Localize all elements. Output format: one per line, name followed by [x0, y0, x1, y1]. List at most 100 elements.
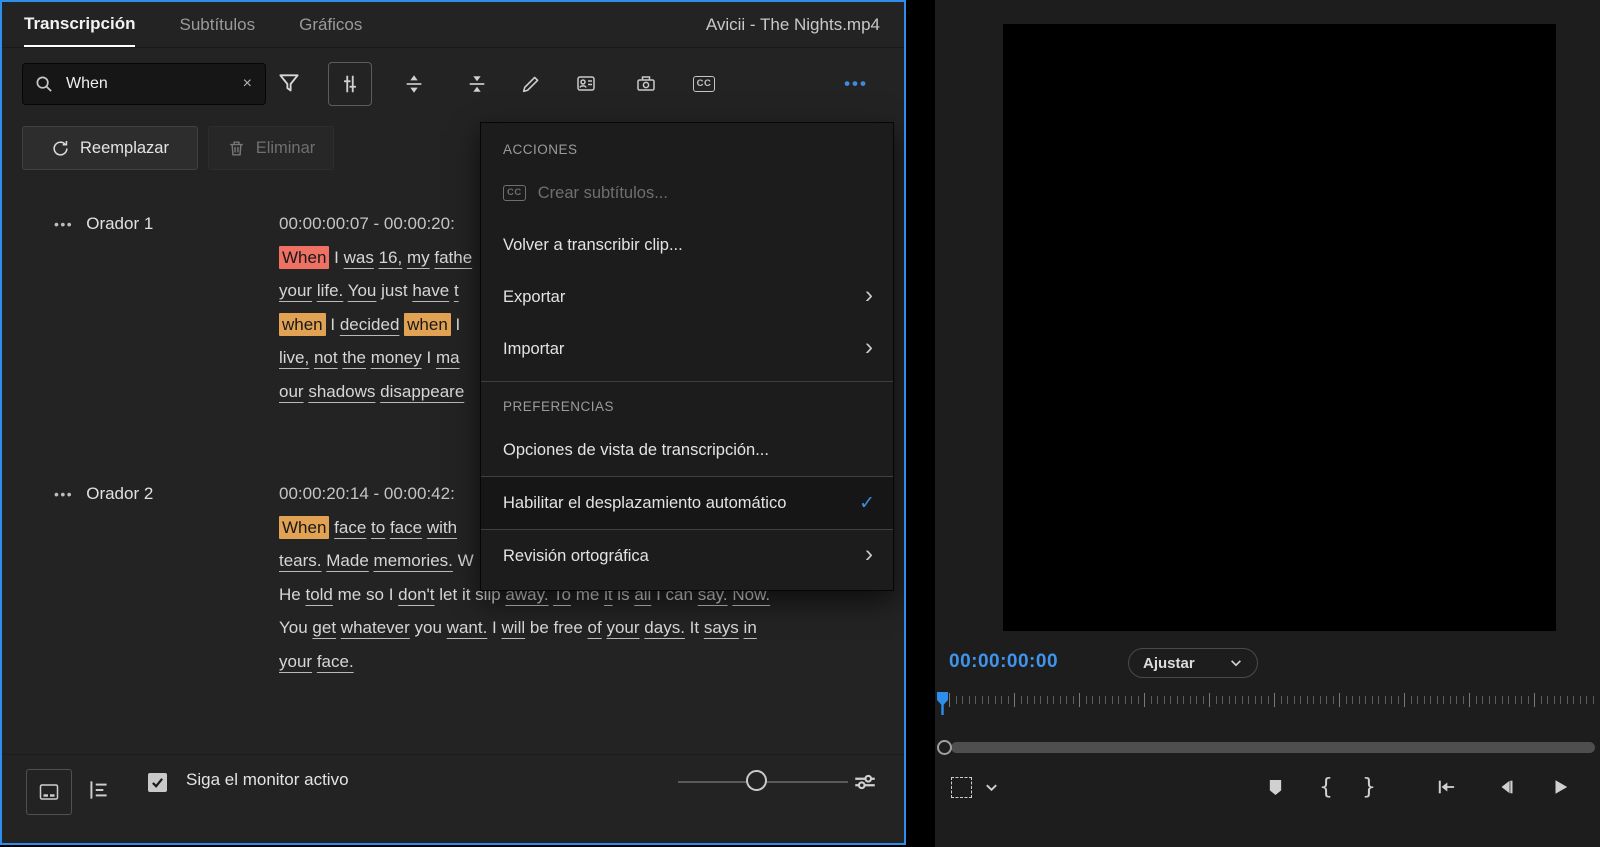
transcript-word[interactable]: It — [690, 618, 699, 637]
transcript-word[interactable]: just — [381, 281, 407, 300]
menu-item[interactable]: Habilitar el desplazamiento automático ✓ — [481, 476, 893, 530]
replace-button[interactable]: Reemplazar — [22, 126, 198, 170]
transcript-word[interactable]: live, — [279, 348, 309, 367]
transcript-word[interactable]: me — [338, 585, 362, 604]
transcript-word[interactable]: your — [279, 281, 312, 300]
menu-item[interactable]: Importar › — [481, 323, 893, 375]
transcript-word[interactable]: ma — [436, 348, 460, 367]
transcript-word[interactable]: in — [744, 618, 757, 637]
fit-dropdown[interactable]: Ajustar — [1128, 648, 1258, 678]
step-back-button[interactable] — [1487, 766, 1525, 808]
transcript-word[interactable]: your — [279, 652, 312, 671]
clear-search-icon[interactable]: × — [243, 75, 252, 93]
transcript-word[interactable]: I — [492, 618, 497, 637]
transcript-word[interactable]: tears. — [279, 551, 322, 570]
transcript-word[interactable]: so — [366, 585, 384, 604]
speaker-name[interactable]: Orador 2 — [86, 484, 153, 504]
transcript-word[interactable]: our — [279, 382, 304, 401]
transcript-word[interactable]: You — [279, 618, 308, 637]
transcript-word[interactable]: free — [554, 618, 583, 637]
merge-segments-button[interactable] — [455, 62, 499, 106]
transcript-word[interactable]: days. — [644, 618, 685, 637]
transcript-word[interactable]: fathe — [434, 248, 472, 267]
transcript-word[interactable]: money — [371, 348, 422, 367]
speaker-name[interactable]: Orador 1 — [86, 214, 153, 234]
transcript-word[interactable]: of — [588, 618, 602, 637]
transcript-word[interactable]: He — [279, 585, 301, 604]
add-marker-button[interactable] — [1257, 766, 1293, 808]
segment-options-handle[interactable]: ••• — [54, 216, 73, 232]
transcript-word[interactable]: shadows — [308, 382, 375, 401]
transcript-word[interactable]: let — [439, 585, 457, 604]
program-timecode[interactable]: 00:00:00:00 — [949, 651, 1058, 673]
transcript-word[interactable]: have — [412, 281, 449, 300]
transcript-word[interactable]: memories. — [374, 551, 453, 570]
search-input[interactable] — [64, 74, 243, 94]
text-size-slider-handle[interactable] — [746, 770, 767, 791]
search-match-word[interactable]: When — [279, 245, 330, 269]
transcript-word[interactable]: You — [348, 281, 377, 300]
menu-item[interactable]: Volver a transcribir clip... — [481, 219, 893, 271]
zoom-scrollbar[interactable] — [951, 742, 1595, 753]
toolbar-settings-button[interactable] — [328, 62, 372, 106]
transcript-word[interactable]: with — [427, 518, 457, 537]
transcript-word[interactable]: says — [704, 618, 739, 637]
transcript-word[interactable]: face — [334, 518, 366, 537]
transcript-word[interactable]: whatever — [341, 618, 410, 637]
export-frame-button[interactable] — [624, 62, 668, 106]
delete-button[interactable]: Eliminar — [208, 126, 334, 170]
transcript-word[interactable]: get — [312, 618, 336, 637]
search-box[interactable]: × — [22, 63, 266, 105]
filter-icon[interactable] — [276, 71, 302, 102]
video-preview[interactable] — [1003, 24, 1556, 631]
mark-out-button[interactable]: } — [1353, 766, 1385, 808]
play-button[interactable] — [1541, 766, 1579, 808]
transcript-word[interactable]: my — [407, 248, 430, 267]
view-options-button[interactable] — [941, 766, 981, 808]
transcript-word[interactable]: your — [606, 618, 639, 637]
menu-item[interactable]: Revisión ortográfica › — [481, 530, 893, 582]
segment-view-button[interactable] — [86, 777, 112, 808]
transcript-word[interactable]: not — [314, 348, 338, 367]
tab-transcription[interactable]: Transcripción — [24, 2, 136, 47]
edit-text-button[interactable] — [509, 62, 553, 106]
transcript-word[interactable]: face. — [317, 652, 354, 671]
transcript-word[interactable]: I — [389, 585, 394, 604]
transcript-word[interactable]: I — [426, 348, 431, 367]
transcript-word[interactable]: be — [530, 618, 549, 637]
transcript-word[interactable]: Made — [326, 551, 369, 570]
transcript-word[interactable]: I — [334, 248, 339, 267]
transcript-word[interactable]: I — [330, 315, 335, 334]
transcript-word[interactable]: the — [342, 348, 366, 367]
search-match-word[interactable]: when — [279, 312, 326, 336]
split-segment-button[interactable] — [392, 62, 436, 106]
follow-monitor-checkbox[interactable] — [148, 773, 167, 792]
view-options-chevron[interactable] — [977, 766, 1005, 808]
assign-speaker-button[interactable] — [564, 62, 608, 106]
search-match-word[interactable]: when — [404, 312, 451, 336]
transcript-word[interactable]: life. — [317, 281, 343, 300]
segment-options-handle[interactable]: ••• — [54, 486, 73, 502]
playhead-icon[interactable] — [937, 692, 948, 721]
transcript-word[interactable]: told — [305, 585, 332, 604]
transcript-word[interactable]: I — [456, 315, 461, 334]
mark-in-button[interactable]: { — [1310, 766, 1342, 808]
transcript-word[interactable]: face — [390, 518, 422, 537]
tab-subtitles[interactable]: Subtítulos — [179, 2, 255, 47]
search-match-word[interactable]: When — [279, 515, 330, 539]
tab-graphics[interactable]: Gráficos — [299, 2, 362, 47]
menu-item[interactable]: Exportar › — [481, 271, 893, 323]
transcript-word[interactable]: was — [344, 248, 374, 267]
go-to-in-button[interactable] — [1427, 766, 1465, 808]
transcript-word[interactable]: decided — [340, 315, 400, 334]
transcript-word[interactable]: t — [454, 281, 459, 300]
create-captions-button[interactable]: CC — [682, 62, 726, 106]
transcript-word[interactable]: don't — [398, 585, 434, 604]
transcript-word[interactable]: want. — [447, 618, 488, 637]
timeline-ruler[interactable] — [937, 692, 1597, 718]
more-options-button[interactable]: ••• — [832, 62, 880, 106]
transcript-word[interactable]: 16, — [379, 248, 403, 267]
transcript-word[interactable]: to — [371, 518, 385, 537]
transcript-word[interactable]: you — [415, 618, 442, 637]
transcript-word[interactable]: will — [502, 618, 526, 637]
